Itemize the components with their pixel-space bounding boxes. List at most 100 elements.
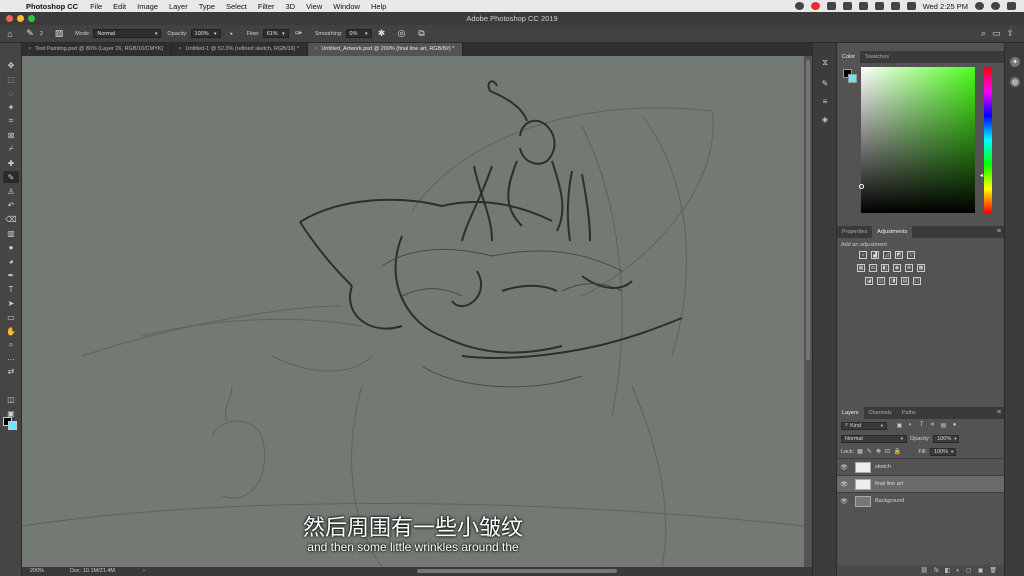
vibrance-icon[interactable]: ▽	[907, 251, 915, 259]
app-menu[interactable]: Photoshop CC	[26, 2, 78, 11]
pressure-opacity-icon[interactable]: ◔	[225, 28, 237, 40]
layer-row-final-line-art[interactable]: 👁 final line art	[837, 475, 1005, 492]
tab-untitled-artwork[interactable]: × Untitled_Artwork.psd @ 200% (final lin…	[308, 43, 464, 56]
tab-close-icon[interactable]: ×	[28, 43, 31, 56]
lightbulb-icon[interactable]: ✦	[1010, 57, 1020, 67]
selective-color-icon[interactable]: ▢	[913, 277, 921, 285]
layer-style-icon[interactable]: fx	[934, 568, 939, 574]
dodge-tool-icon[interactable]: ◕	[3, 255, 19, 267]
color-picker-handle[interactable]	[859, 184, 864, 189]
gradient-tool-icon[interactable]: ▥	[3, 227, 19, 239]
filter-shape-icon[interactable]: ⌗	[929, 422, 936, 429]
record-icon[interactable]	[810, 2, 820, 10]
exposure-icon[interactable]: ◩	[895, 251, 903, 259]
3d-panel-icon[interactable]: ◈	[819, 113, 831, 125]
add-mask-icon[interactable]: ◧	[945, 567, 951, 574]
search-icon[interactable]: ⌕	[981, 28, 986, 39]
battery-icon[interactable]	[906, 2, 916, 10]
zoom-window-button[interactable]	[28, 15, 35, 22]
filter-pixel-icon[interactable]: ▣	[896, 422, 903, 429]
menu-select[interactable]: Select	[226, 2, 247, 11]
blur-tool-icon[interactable]: ●	[3, 241, 19, 253]
swap-colors-icon[interactable]: ⇄	[3, 365, 19, 377]
filter-type-icon[interactable]: T	[918, 422, 925, 429]
pressure-size-icon[interactable]: ◎	[396, 28, 408, 40]
move-tool-icon[interactable]: ✥	[3, 59, 19, 71]
layer-fill-field[interactable]: 100% ▾	[929, 447, 956, 456]
channel-mixer-icon[interactable]: ⊕	[905, 264, 913, 272]
curves-icon[interactable]: ◿	[883, 251, 891, 259]
brush-settings-panel-icon[interactable]: ✎	[819, 77, 831, 89]
pen-tool-icon[interactable]: ✒	[3, 269, 19, 281]
hand-tool-icon[interactable]: ✋	[3, 325, 19, 337]
opacity-field[interactable]: 100% ▾	[190, 29, 221, 38]
menu-type[interactable]: Type	[199, 2, 215, 11]
threshold-icon[interactable]: ◨	[889, 277, 897, 285]
adjustments-panel-icon[interactable]: ≡	[819, 95, 831, 107]
artwork-canvas[interactable]: 然后周围有一些小皱纹 and then some little wrinkles…	[22, 56, 804, 567]
healing-brush-tool-icon[interactable]: ✚	[3, 157, 19, 169]
new-adjustment-icon[interactable]: ◐	[956, 568, 960, 574]
menu-help[interactable]: Help	[371, 2, 386, 11]
hue-slider-handle[interactable]: ◂	[980, 172, 983, 179]
status-dot-icon[interactable]	[794, 2, 804, 10]
new-group-icon[interactable]: ▢	[966, 567, 972, 574]
eye-icon[interactable]: 👁	[837, 498, 851, 505]
brightness-icon[interactable]: ☼	[859, 251, 867, 259]
menu-image[interactable]: Image	[137, 2, 158, 11]
tab-adjustments[interactable]: Adjustments	[872, 226, 913, 238]
tab-close-icon[interactable]: ×	[178, 43, 181, 56]
crop-tool-icon[interactable]: ⌗	[3, 115, 19, 127]
menu-layer[interactable]: Layer	[169, 2, 188, 11]
symmetry-icon[interactable]: ⧉	[416, 28, 428, 40]
filter-toggle-icon[interactable]: ●	[951, 422, 958, 429]
lock-artboard-icon[interactable]: ⊡	[885, 448, 890, 455]
levels-icon[interactable]: ▟	[871, 251, 879, 259]
tab-layers[interactable]: Layers	[837, 407, 864, 419]
volume-icon[interactable]	[890, 2, 900, 10]
menu-edit[interactable]: Edit	[113, 2, 126, 11]
tab-channels[interactable]: Channels	[864, 407, 897, 419]
tab-test-painting[interactable]: × Test Painting.psd @ 80% (Layer 26, RGB…	[22, 43, 173, 56]
posterize-icon[interactable]: ◫	[877, 277, 885, 285]
menu-window[interactable]: Window	[333, 2, 360, 11]
menu-file[interactable]: File	[90, 2, 102, 11]
layer-row-sketch[interactable]: 👁 sketch	[837, 458, 1005, 475]
horizontal-scrollbar[interactable]	[417, 569, 617, 573]
apple-menu-icon[interactable]	[10, 1, 20, 11]
background-color-swatch[interactable]	[8, 421, 17, 430]
more-tools-icon[interactable]: ⋯	[3, 353, 19, 365]
lock-position-icon[interactable]: ✥	[876, 448, 881, 455]
link-layers-icon[interactable]: ⛓	[920, 567, 928, 574]
home-icon[interactable]: ⌂	[4, 28, 16, 40]
photo-filter-icon[interactable]: ◉	[893, 264, 901, 272]
hue-slider[interactable]	[984, 67, 992, 213]
spotlight-icon[interactable]	[975, 2, 984, 10]
tab-paths[interactable]: Paths	[897, 407, 921, 419]
delete-layer-icon[interactable]: 🗑	[989, 567, 997, 574]
menu-3d[interactable]: 3D	[286, 2, 296, 11]
lock-transparent-icon[interactable]: ▦	[857, 448, 863, 455]
lock-image-icon[interactable]: ✎	[867, 448, 872, 455]
quick-mask-icon[interactable]: ◫	[3, 393, 19, 405]
zoom-level[interactable]: 200%	[22, 567, 50, 576]
brush-preset-icon[interactable]: ✎	[24, 28, 36, 40]
frame-tool-icon[interactable]: ⊠	[3, 129, 19, 141]
flow-field[interactable]: 61% ▾	[262, 29, 289, 38]
status-menu-arrow[interactable]: ›	[143, 567, 145, 576]
zoom-tool-icon[interactable]: ⌕	[3, 339, 19, 351]
tab-properties[interactable]: Properties	[837, 226, 872, 238]
tab-color[interactable]: Color	[837, 51, 861, 63]
brush-settings-icon[interactable]: ▨	[53, 28, 65, 40]
marquee-tool-icon[interactable]: ⬚	[3, 73, 19, 85]
lock-all-icon[interactable]: 🔒	[894, 448, 901, 455]
type-tool-icon[interactable]: T	[3, 283, 19, 295]
tab-untitled-1[interactable]: × Untitled-1 @ 52.3% (refined sketch, RG…	[172, 43, 309, 56]
layer-row-background[interactable]: 👁 Background	[837, 492, 1005, 509]
menu-filter[interactable]: Filter	[258, 2, 275, 11]
layer-opacity-field[interactable]: 100% ▾	[933, 434, 960, 443]
quick-select-tool-icon[interactable]: ✦	[3, 101, 19, 113]
history-panel-icon[interactable]: ⧖	[819, 57, 831, 69]
gradient-map-icon[interactable]: ▤	[901, 277, 909, 285]
tab-swatches[interactable]: Swatches	[860, 51, 894, 63]
